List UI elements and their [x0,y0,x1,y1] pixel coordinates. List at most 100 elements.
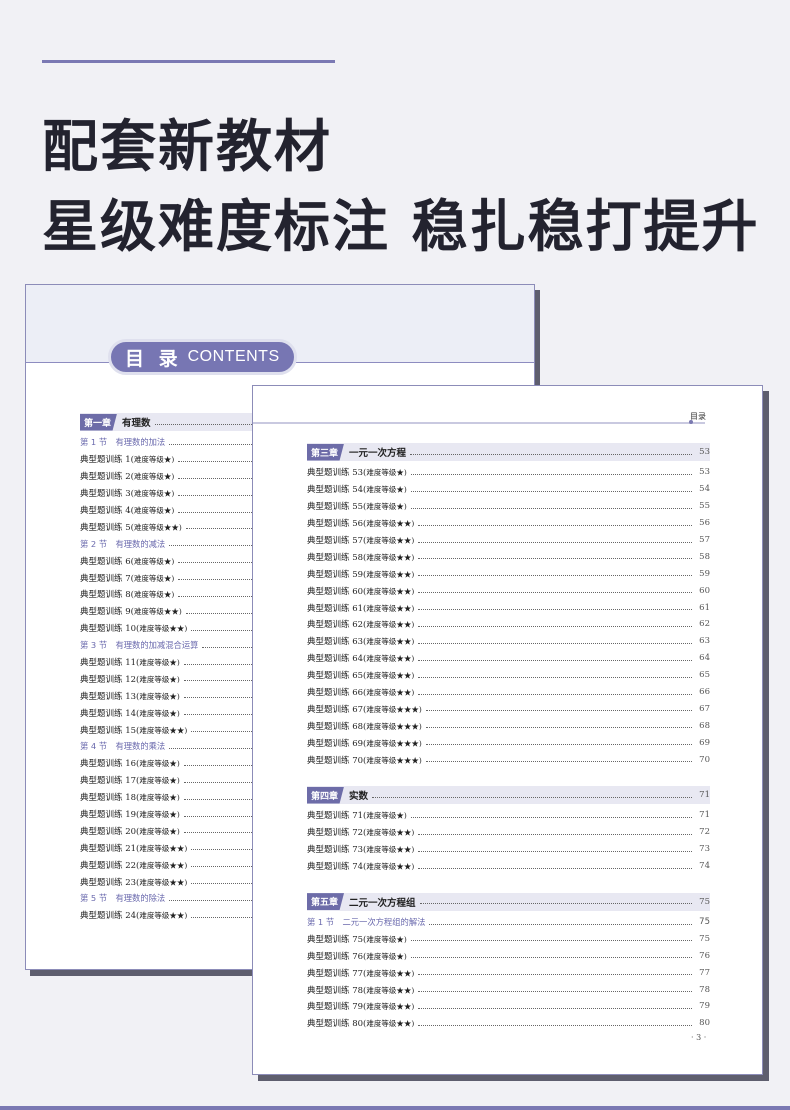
item-label: 典型题训练 24( [80,911,140,922]
item-label-wrap: 典型题训练 5(难度等级★★) [80,521,184,533]
difficulty-stars: 难度等级★) [139,658,180,668]
page-ref: 80 [699,1018,710,1029]
item-label-wrap: 典型题训练 13(难度等级★) [80,690,182,702]
difficulty-stars: 难度等级★) [139,810,180,820]
toc-item-row: 典型题训练 78(难度等级★★) 78 [307,981,710,998]
difficulty-stars: 难度等级★★) [366,536,415,545]
dot-leader [425,744,692,746]
page-ref: 64 [699,653,710,664]
item-label: 典型题训练 15( [80,725,140,736]
toc-item-row: 典型题训练 68(难度等级★★★) 68 [307,717,710,734]
difficulty-stars: 难度等级★) [133,590,175,600]
dot-leader [418,659,692,661]
difficulty-stars: 难度等级★★★) [366,721,422,731]
page-ref: 69 [699,737,710,748]
item-label-wrap: 典型题训练 24(难度等级★★) [80,909,189,921]
difficulty-stars: 难度等级★★) [366,828,415,838]
page-ref: 70 [699,754,710,765]
toc-item-row: 典型题训练 76(难度等级★) 76 [307,947,710,964]
difficulty-stars: 难度等级★★) [139,624,188,634]
dot-leader [418,541,692,543]
dot-leader [425,727,692,729]
item-label: 典型题训练 61( [307,603,367,614]
item-label: 典型题训练 58( [307,552,367,563]
item-label: 典型题训练 18( [80,793,140,804]
item-label: 典型题训练 60( [307,586,367,597]
page-ref: 76 [699,950,710,961]
item-label: 典型题训练 74( [307,862,367,873]
toc-item-row: 典型题训练 79(难度等级★★) 79 [307,998,710,1015]
item-label-wrap: 典型题训练 64(难度等级★★) [307,652,416,664]
dot-leader [418,974,692,976]
difficulty-stars: 难度等级★) [366,951,407,961]
item-label: 典型题训练 57( [307,536,367,546]
page-ref: 72 [699,827,710,838]
toc-item-row: 典型题训练 64(难度等级★★) 64 [307,650,710,667]
difficulty-stars: 难度等级★) [366,485,407,495]
front-page-header: 目录 [253,386,762,424]
item-label-wrap: 典型题训练 14(难度等级★) [80,707,182,719]
dot-leader [418,524,692,526]
difficulty-stars: 难度等级★) [366,468,407,478]
difficulty-stars: 难度等级★) [139,691,180,701]
page-ref: 71 [699,810,710,821]
headline-line-1: 配套新教材 [42,115,332,180]
toc-item-row: 典型题训练 57(难度等级★★) 57 [307,532,710,549]
item-label: 典型题训练 8( [80,590,134,601]
item-label-wrap: 典型题训练 54(难度等级★) [307,483,409,495]
difficulty-stars: 难度等级★) [133,455,175,465]
item-label-wrap: 典型题训练 57(难度等级★★) [307,534,416,546]
toc-item-row: 典型题训练 72(难度等级★★) 72 [307,824,710,841]
item-label-wrap: 典型题训练 9(难度等级★★) [80,605,184,617]
toc-item-row: 典型题训练 65(难度等级★★) 65 [307,667,710,684]
difficulty-stars: 难度等级★★) [366,671,415,681]
toc-item-row: 典型题训练 58(难度等级★★) 58 [307,548,710,565]
item-label-wrap: 典型题训练 8(难度等级★) [80,588,176,600]
item-label-wrap: 典型题训练 63(难度等级★★) [307,635,416,647]
front-page-number: · 3 · [691,1033,707,1042]
dot-leader [410,940,692,942]
front-header-dot [689,420,693,424]
item-label-wrap: 典型题训练 6(难度等级★) [80,555,176,567]
toc-item-row: 典型题训练 74(难度等级★★) 74 [307,858,710,875]
item-label: 典型题训练 54( [307,485,367,496]
item-label: 典型题训练 68( [307,721,367,732]
section-label: 第 4 节 有理数的乘法 [80,741,166,752]
chapter-tag: 第四章 [307,786,345,804]
item-label-wrap: 典型题训练 56(难度等级★★) [307,517,416,529]
toc-item-row: 典型题训练 53(难度等级★) 53 [307,464,710,481]
page-ref: 77 [699,967,710,978]
section-label: 第 1 节 有理数的加法 [80,437,166,448]
toc-item-row: 典型题训练 60(难度等级★★) 60 [307,582,710,599]
headline-line-2: 星级难度标注 稳扎稳打提升 [42,195,760,260]
item-label-wrap: 典型题训练 71(难度等级★) [307,809,409,821]
toc-item-row: 典型题训练 66(难度等级★★) 66 [307,684,710,701]
top-accent-rule [42,60,335,63]
item-label: 典型题训练 4( [80,506,134,516]
item-label: 典型题训练 62( [307,620,367,631]
section-label: 第 3 节 有理数的加减混合运算 [80,640,199,651]
contents-title-en: CONTENTS [187,348,280,365]
item-label-wrap: 典型题训练 55(难度等级★) [307,500,409,512]
item-label: 典型题训练 1( [80,455,134,466]
page-ref: 79 [699,1001,710,1012]
page-ref: 55 [699,501,710,512]
toc-chapter-row: 第四章 实数 71 [307,786,710,805]
item-label-wrap: 典型题训练 61(难度等级★★) [307,602,416,614]
dot-leader [418,693,692,695]
difficulty-stars: 难度等级★) [133,489,175,499]
difficulty-stars: 难度等级★★★) [366,738,422,748]
item-label-wrap: 典型题训练 73(难度等级★★) [307,843,416,855]
dot-leader [425,710,692,712]
toc-front-page: 目录 第三章 一元一次方程 53 典型题训练 53(难度等级★) 53 典型题训练 54(… [252,385,763,1075]
toc-item-row: 典型题训练 71(难度等级★) 71 [307,807,710,824]
item-label: 典型题训练 19( [80,810,140,821]
item-label-wrap: 典型题训练 68(难度等级★★★) [307,720,424,732]
item-label-wrap: 典型题训练 23(难度等级★★) [80,876,189,888]
page-ref: 61 [699,602,710,613]
difficulty-stars: 难度等级★) [366,811,407,821]
item-label-wrap: 典型题训练 19(难度等级★) [80,808,182,820]
item-label-wrap: 典型题训练 18(难度等级★) [80,791,182,803]
item-label-wrap: 典型题训练 80(难度等级★★) [307,1017,416,1029]
item-label-wrap: 典型题训练 4(难度等级★) [80,504,176,516]
